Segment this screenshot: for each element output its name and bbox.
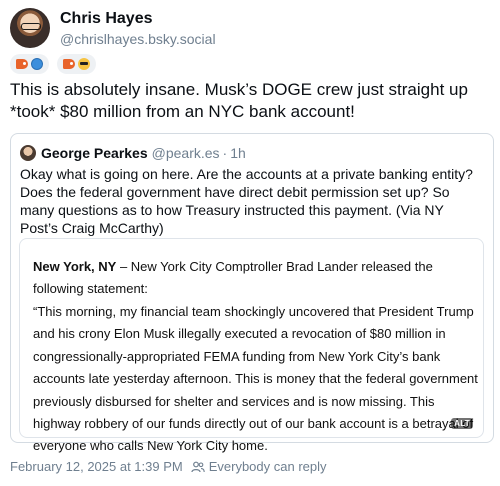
quoted-post-header: George Pearkes @peark.es · 1h — [20, 144, 246, 162]
alt-text-badge[interactable]: ALT — [451, 418, 473, 429]
tag-icon — [63, 59, 75, 69]
author-names: Chris Hayes @chrislhayes.bsky.social — [60, 9, 216, 48]
post-author[interactable]: Chris Hayes @chrislhayes.bsky.social — [10, 8, 216, 48]
statement-lead: New York, NY – New York City Comptroller… — [33, 256, 478, 300]
quoted-author-name[interactable]: George Pearkes — [41, 144, 148, 162]
statement-dateline: New York, NY — [33, 259, 117, 274]
badge-2[interactable] — [57, 54, 96, 74]
author-display-name[interactable]: Chris Hayes — [60, 9, 216, 28]
sunglasses-emoji-icon — [78, 58, 90, 70]
people-icon — [191, 461, 205, 473]
embedded-image[interactable]: New York, NY – New York City Comptroller… — [19, 238, 484, 453]
quoted-author-avatar[interactable] — [20, 145, 36, 161]
header-separator: · — [222, 145, 228, 161]
quoted-author-handle[interactable]: @peark.es — [152, 144, 220, 162]
quoted-post-text: Okay what is going on here. Are the acco… — [20, 166, 473, 236]
statement-body: “This morning, my financial team shockin… — [33, 304, 478, 454]
author-handle[interactable]: @chrislhayes.bsky.social — [60, 30, 216, 48]
tag-icon — [16, 59, 28, 69]
author-avatar[interactable] — [10, 8, 50, 48]
profile-badges — [10, 54, 96, 74]
post-meta: February 12, 2025 at 1:39 PM Everybody c… — [10, 459, 327, 475]
quoted-post-time[interactable]: 1h — [230, 144, 246, 162]
globe-icon — [31, 58, 43, 70]
reply-setting[interactable]: Everybody can reply — [209, 459, 327, 475]
post-timestamp[interactable]: February 12, 2025 at 1:39 PM — [10, 459, 183, 475]
post-text: This is absolutely insane. Musk’s DOGE c… — [10, 80, 468, 121]
badge-1[interactable] — [10, 54, 49, 74]
